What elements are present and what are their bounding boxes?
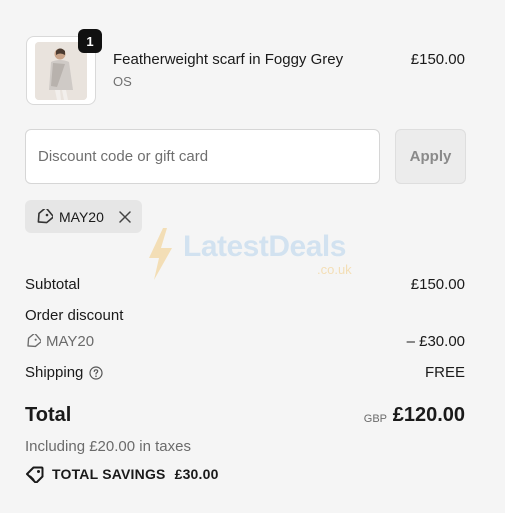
watermark-suffix: .co.uk — [317, 262, 352, 277]
total-label: Total — [25, 404, 72, 426]
savings-tag-icon — [25, 465, 45, 483]
applied-discount-chip: MAY20 — [25, 200, 142, 233]
lightning-icon — [149, 228, 172, 280]
tag-icon — [25, 334, 41, 349]
remove-discount-icon[interactable] — [118, 210, 132, 224]
total-value: £120.00 — [392, 404, 465, 426]
applied-discount-code: MAY20 — [59, 208, 104, 225]
product-variant: OS — [113, 74, 132, 89]
tax-note: Including £20.00 in taxes — [25, 438, 191, 455]
watermark-brand: LatestDeals — [183, 230, 346, 263]
order-discount-label: Order discount — [25, 307, 124, 324]
quantity-badge: 1 — [78, 29, 102, 53]
tag-icon — [35, 208, 53, 225]
order-discount-code: MAY20 — [46, 333, 95, 350]
subtotal-value: £150.00 — [410, 276, 465, 293]
help-icon[interactable] — [89, 365, 103, 380]
discount-code-input[interactable] — [25, 129, 380, 184]
apply-button[interactable]: Apply — [395, 129, 466, 184]
subtotal-label: Subtotal — [25, 276, 81, 293]
product-price: £150.00 — [410, 51, 465, 68]
currency-code: GBP — [363, 413, 387, 425]
shipping-row: Shipping — [25, 364, 103, 381]
shipping-value: FREE — [424, 364, 465, 381]
total-savings: TOTAL SAVINGS £30.00 — [25, 465, 219, 483]
shipping-label: Shipping — [25, 364, 84, 381]
order-discount-value: – £30.00 — [406, 333, 465, 350]
savings-label: TOTAL SAVINGS — [52, 466, 166, 482]
watermark-logo: LatestDeals .co.uk — [145, 226, 360, 282]
savings-value: £30.00 — [174, 466, 219, 482]
order-discount-code-row: MAY20 — [25, 333, 94, 350]
product-name: Featherweight scarf in Foggy Grey — [113, 51, 344, 68]
